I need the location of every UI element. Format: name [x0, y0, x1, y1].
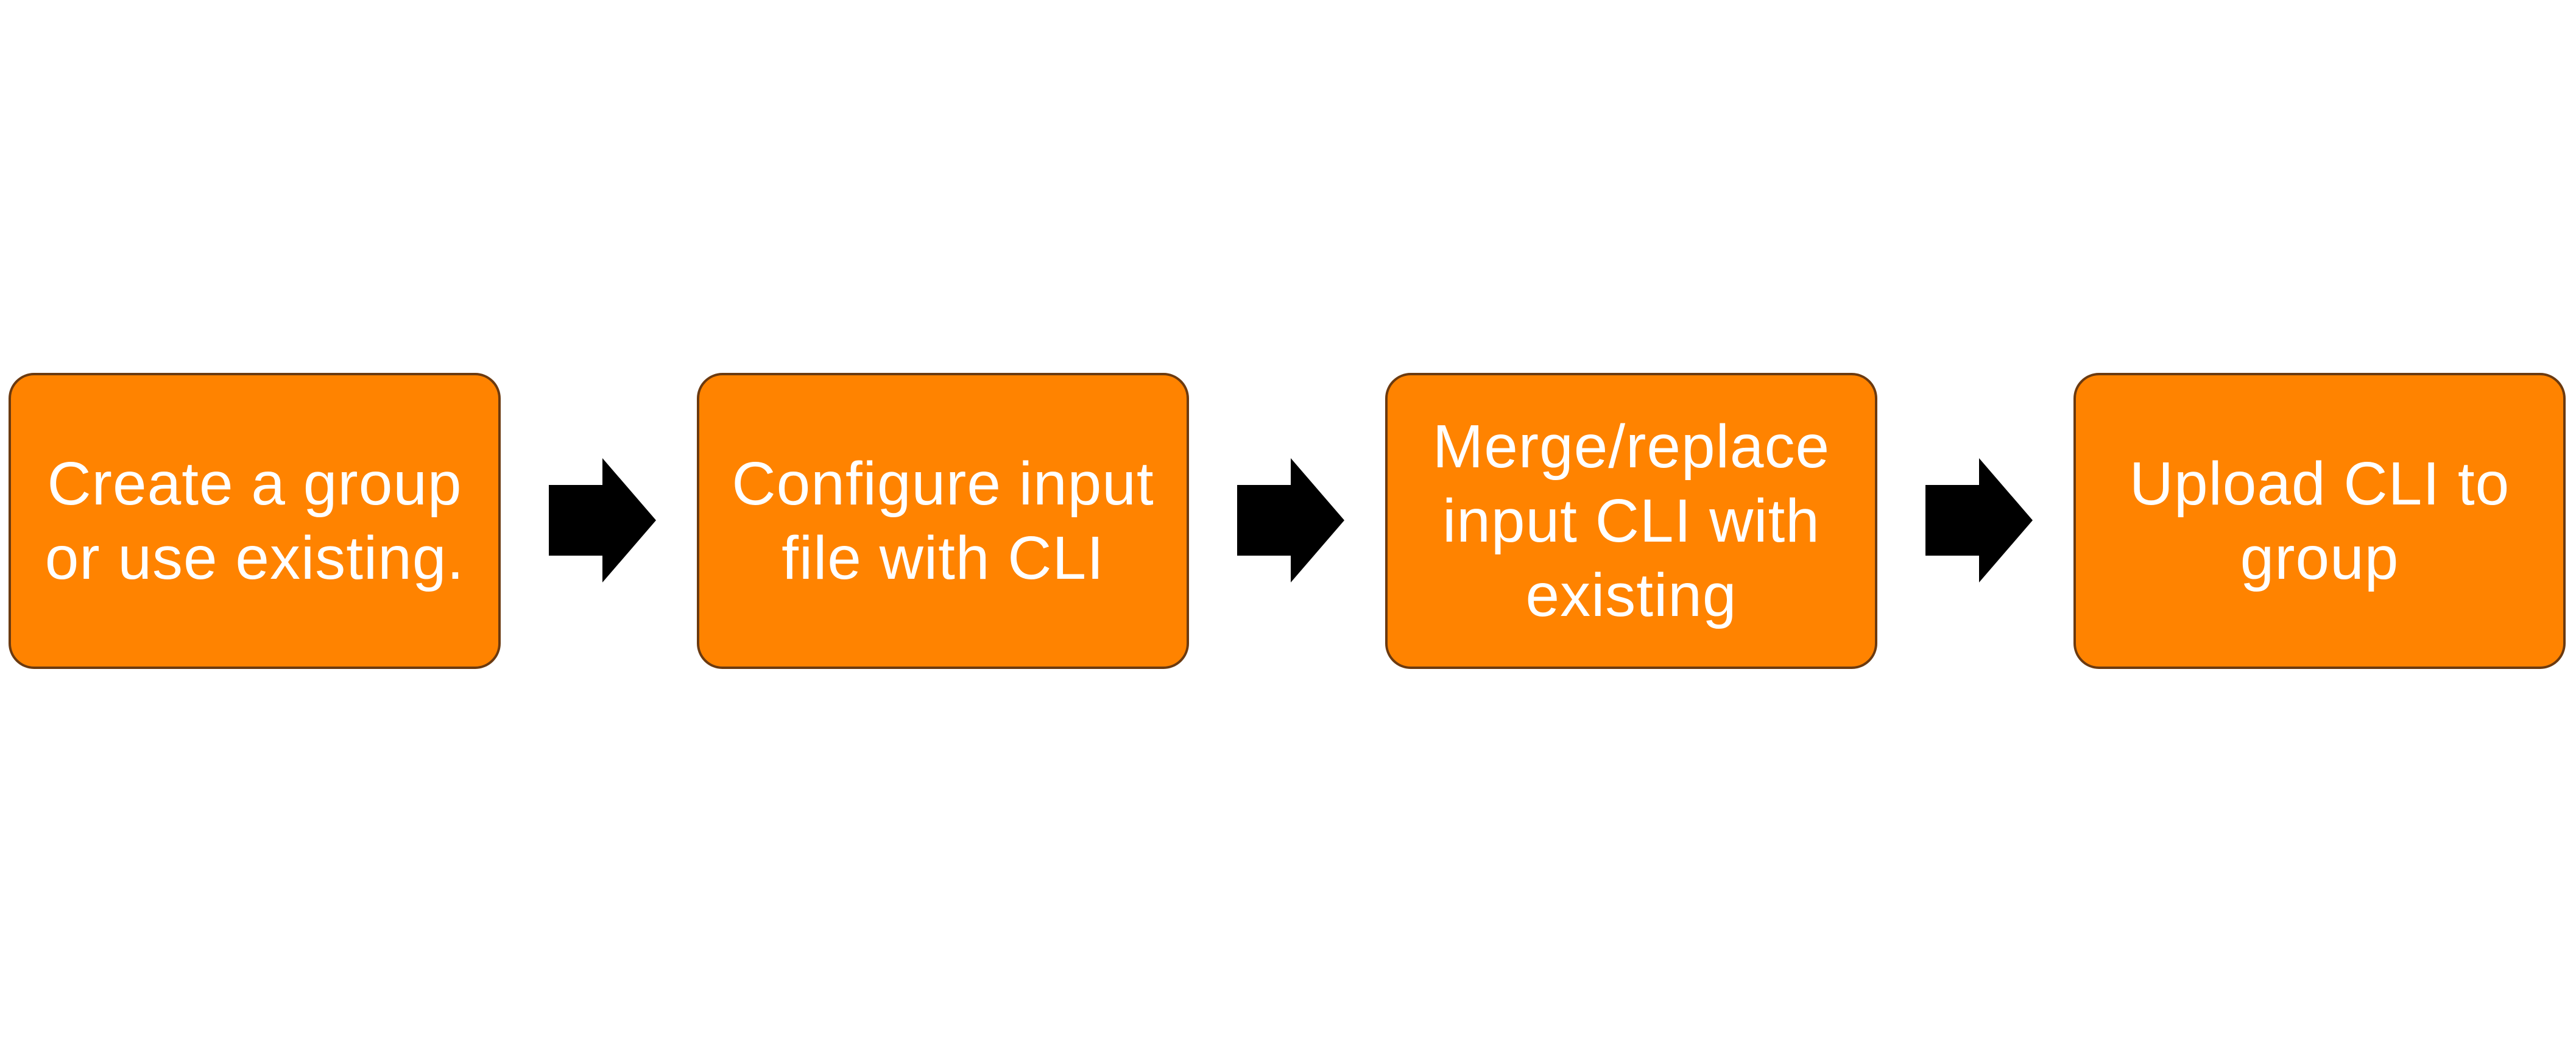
process-flow-diagram: Create a group or use existing. Configur…: [0, 0, 2576, 1040]
step-label: Create a group or use existing.: [44, 450, 465, 592]
step-label: Merge/replace input CLI with existing: [1432, 412, 1830, 629]
right-arrow-icon: [549, 458, 656, 582]
step-box-merge-replace: Merge/replace input CLI with existing: [1385, 373, 1877, 669]
right-arrow-icon: [1237, 458, 1344, 582]
right-arrow-icon: [1925, 458, 2033, 582]
step-label: Configure input file with CLI: [732, 450, 1154, 592]
step-label: Upload CLI to group: [2129, 450, 2510, 592]
step-box-configure-input: Configure input file with CLI: [697, 373, 1189, 669]
step-box-upload-cli: Upload CLI to group: [2073, 373, 2566, 669]
step-box-create-group: Create a group or use existing.: [9, 373, 501, 669]
